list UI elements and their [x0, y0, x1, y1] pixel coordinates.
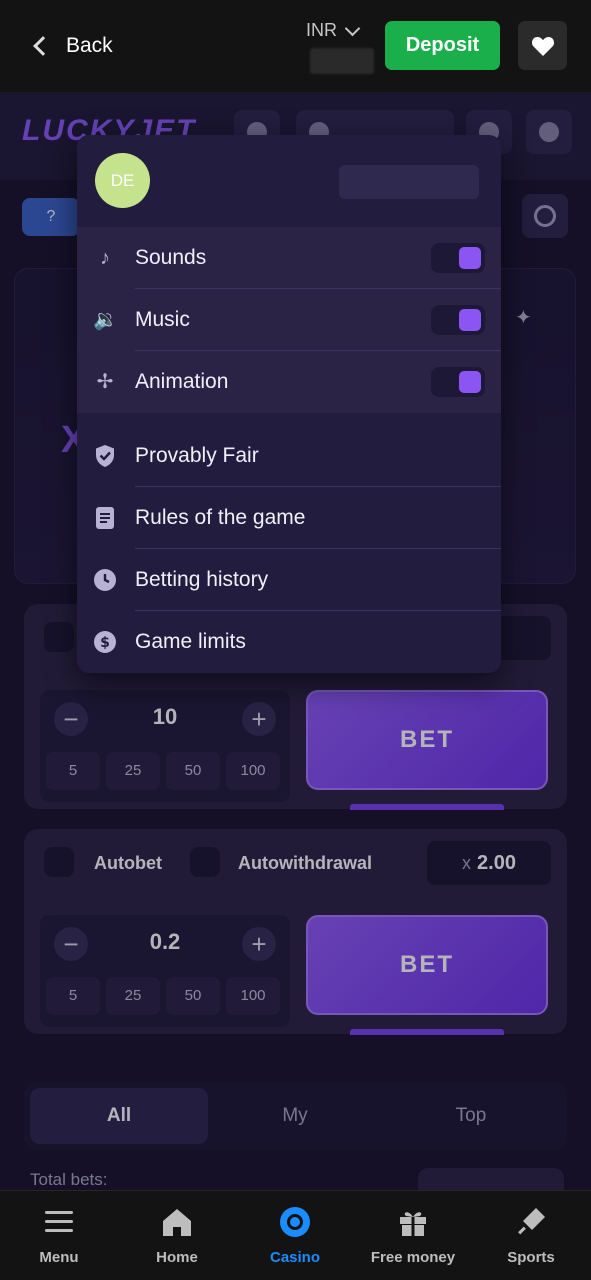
- toggle-knob: [459, 247, 481, 269]
- bottom-nav: Menu Home Casino Free money Sports: [0, 1190, 591, 1280]
- dollar-coin-icon: $: [93, 630, 117, 654]
- setting-label: Animation: [135, 370, 229, 393]
- fan-icon: ✢: [96, 371, 114, 393]
- chevron-down-icon: [344, 20, 361, 36]
- page: Back INR Deposit LUCKYJET ? X ✦ 00: [0, 0, 591, 1280]
- top-bar: Back INR Deposit: [0, 0, 591, 92]
- nav-menu[interactable]: Menu: [0, 1191, 118, 1280]
- nav-label: Sports: [507, 1249, 555, 1266]
- currency-label: INR: [306, 20, 337, 40]
- home-icon: [163, 1209, 191, 1236]
- chevron-left-icon: [33, 36, 53, 56]
- menu-item-game-limits[interactable]: $ Game limits: [77, 611, 501, 673]
- nav-label: Casino: [269, 1249, 320, 1266]
- menu-item-rules[interactable]: Rules of the game: [77, 487, 501, 549]
- nav-free-money[interactable]: Free money: [354, 1191, 472, 1280]
- menu-item-label: Provably Fair: [135, 444, 259, 467]
- setting-animation[interactable]: ✢ Animation: [77, 351, 501, 413]
- menu-item-label: Rules of the game: [135, 506, 306, 529]
- nav-home[interactable]: Home: [118, 1191, 236, 1280]
- avatar: DE: [95, 153, 150, 208]
- nav-casino[interactable]: Casino: [236, 1191, 354, 1280]
- svg-text:$: $: [100, 635, 110, 651]
- settings-dropdown: DE ♪ Sounds 🔉 Music ✢ Animation Provably…: [77, 135, 501, 673]
- menu-links: Provably Fair Rules of the game Betting …: [77, 425, 501, 673]
- heart-icon: [531, 36, 554, 56]
- menu-item-betting-history[interactable]: Betting history: [77, 549, 501, 611]
- document-icon: [93, 506, 117, 530]
- currency-selector[interactable]: INR: [306, 20, 361, 41]
- menu-item-label: Game limits: [135, 630, 246, 653]
- sounds-toggle[interactable]: [431, 243, 485, 273]
- setting-music[interactable]: 🔉 Music: [77, 289, 501, 351]
- nav-label: Menu: [39, 1249, 79, 1266]
- settings-toggles: ♪ Sounds 🔉 Music ✢ Animation: [77, 227, 501, 413]
- shield-check-icon: [93, 444, 117, 468]
- music-toggle[interactable]: [431, 305, 485, 335]
- nav-label: Free money: [370, 1249, 456, 1266]
- badminton-icon: [518, 1208, 545, 1235]
- poker-chip-icon: [280, 1207, 310, 1237]
- setting-label: Music: [135, 308, 190, 331]
- favorite-button[interactable]: [518, 21, 567, 70]
- setting-sounds[interactable]: ♪ Sounds: [77, 227, 501, 289]
- back-label: Back: [66, 34, 113, 57]
- back-button[interactable]: Back: [30, 30, 113, 62]
- menu-item-label: Betting history: [135, 568, 269, 591]
- username-blurred: [339, 165, 479, 199]
- deposit-button[interactable]: Deposit: [385, 21, 500, 70]
- animation-toggle[interactable]: [431, 367, 485, 397]
- user-header: DE: [77, 135, 501, 227]
- toggle-knob: [459, 371, 481, 393]
- balance-blurred: [310, 48, 374, 74]
- hamburger-icon: [45, 1211, 73, 1232]
- gift-icon: [400, 1212, 426, 1236]
- music-note-icon: ♪: [100, 247, 110, 269]
- setting-label: Sounds: [135, 246, 207, 269]
- nav-label: Home: [156, 1249, 198, 1266]
- nav-sports[interactable]: Sports: [472, 1191, 590, 1280]
- clock-icon: [93, 568, 117, 592]
- toggle-knob: [459, 309, 481, 331]
- speaker-icon: 🔉: [93, 309, 118, 331]
- menu-item-provably-fair[interactable]: Provably Fair: [77, 425, 501, 487]
